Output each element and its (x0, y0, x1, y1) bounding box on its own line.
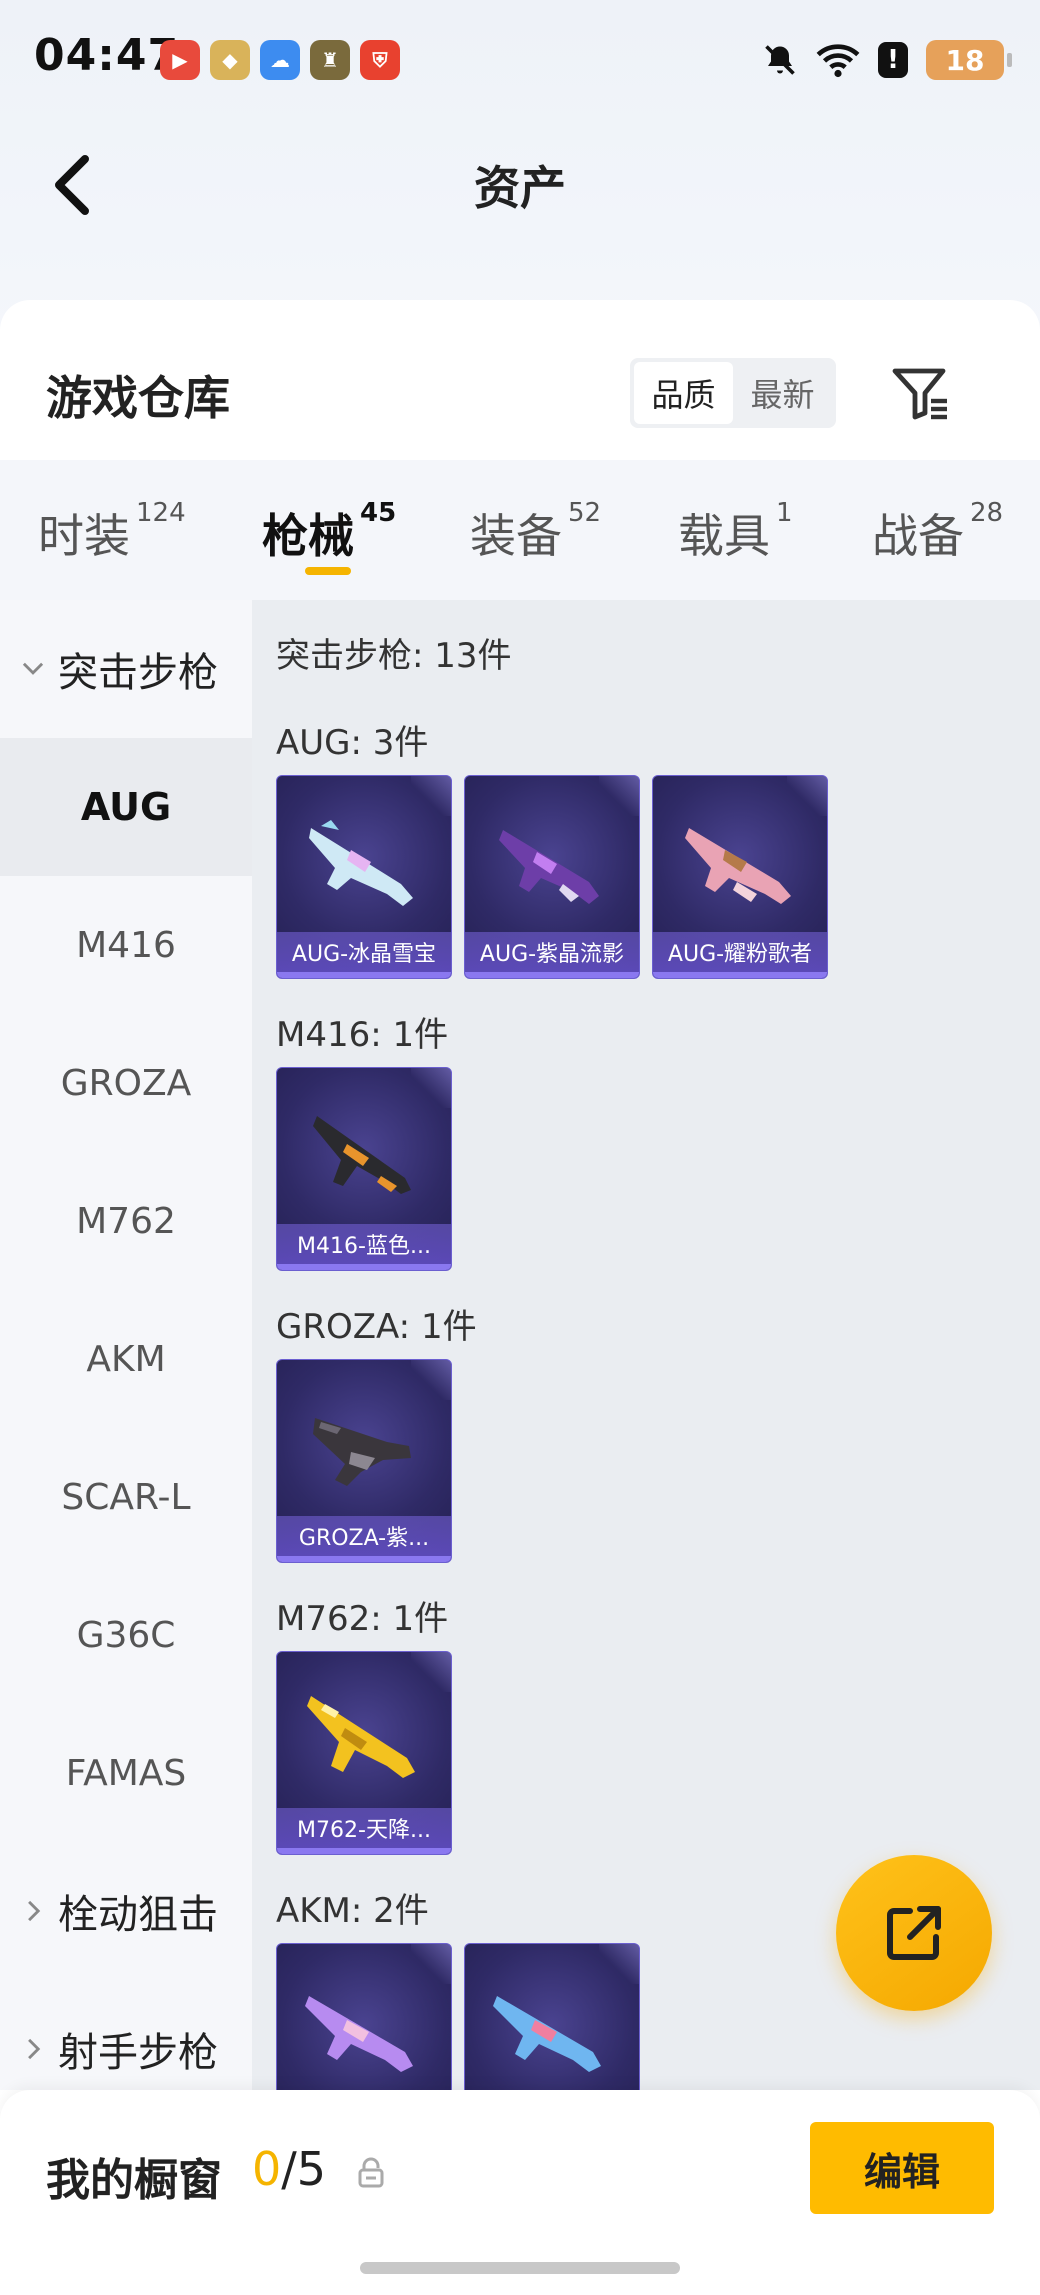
sidebar-item-famas[interactable]: FAMAS (0, 1704, 252, 1842)
category-tabs: 时装 124 枪械 45 装备 52 载具 1 战备 28 (0, 460, 1040, 600)
battery-indicator: 18 (926, 40, 1012, 80)
active-tab-indicator (305, 567, 351, 575)
tab-equipment[interactable]: 装备 52 (470, 498, 602, 566)
rifle-skin-icon (305, 1996, 413, 2072)
mute-bell-icon (765, 45, 795, 75)
sidebar-item-groza[interactable]: GROZA (0, 1014, 252, 1152)
sidebar-group-bolt-snipers[interactable]: 栓动狙击 (0, 1842, 252, 1980)
sidebar-group-label: 栓动狙击 (58, 1892, 218, 1938)
sidebar-item-aug[interactable]: AUG (0, 738, 252, 876)
share-external-icon (887, 1906, 941, 1960)
card-row-groza: GROZA-紫... (276, 1359, 1040, 1563)
rifle-skin-icon (313, 1116, 411, 1194)
card-row-m416: M416-蓝色... (276, 1067, 1040, 1271)
weapon-card[interactable]: GROZA-紫... (276, 1359, 452, 1563)
weapon-card-label: AUG-耀粉歌者 (653, 932, 827, 972)
tab-count: 52 (568, 498, 602, 528)
chevron-right-icon (18, 2034, 48, 2064)
sort-toggle: 品质 最新 (630, 358, 836, 428)
page-title: 资产 (474, 161, 566, 215)
tab-label: 时装 (38, 509, 130, 563)
status-bar: 04:47 ▶ ◆ ☁ ♜ ⛨ ! 18 (0, 0, 1040, 120)
filter-button[interactable] (886, 358, 956, 428)
tab-supplies[interactable]: 战备 28 (872, 498, 1004, 566)
showcase-title: 我的橱窗 (46, 2155, 222, 2206)
tab-count: 28 (970, 498, 1004, 528)
header: 资产 (0, 130, 1040, 240)
tab-firearms[interactable]: 枪械 45 (262, 498, 397, 566)
weapon-card[interactable] (464, 1943, 640, 2090)
weapon-card-label: M762-天降... (277, 1808, 451, 1848)
card-row-aug: AUG-冰晶雪宝 AUG-紫晶流影 AUG-耀粉歌者 (276, 775, 1040, 979)
weapon-category-sidebar: 突击步枪 AUG M416 GROZA M762 AKM SCAR-L G36C… (0, 600, 252, 2090)
sort-newest-button[interactable]: 最新 (733, 362, 832, 424)
showcase-current: 0 (252, 2142, 282, 2196)
rifle-skin-icon (313, 1418, 411, 1486)
weapon-card[interactable]: AUG-紫晶流影 (464, 775, 640, 979)
weapon-card[interactable]: M762-天降... (276, 1651, 452, 1855)
sidebar-group-marksman-rifles[interactable]: 射手步枪 (0, 1980, 252, 2090)
showcase-count: 0/5 (252, 2142, 326, 2196)
sort-quality-button[interactable]: 品质 (634, 362, 733, 424)
section-title-aug: AUG: 3件 (276, 723, 429, 763)
sidebar-group-label: 射手步枪 (58, 2030, 218, 2076)
tab-count: 124 (136, 498, 186, 528)
tab-label: 枪械 (262, 509, 354, 563)
chevron-down-icon (18, 654, 48, 684)
tab-count: 1 (776, 498, 793, 528)
shield-app-icon: ⛨ (360, 40, 400, 80)
lock-icon (358, 2157, 384, 2188)
section-title-m762: M762: 1件 (276, 1599, 449, 1639)
weather-app-icon: ☁ (260, 40, 300, 80)
sidebar-item-akm[interactable]: AKM (0, 1290, 252, 1428)
wifi-icon (816, 44, 860, 78)
alert-badge: ! (878, 42, 908, 78)
rifle-skin-icon (685, 828, 791, 904)
weapon-card-label: M416-蓝色... (277, 1224, 451, 1264)
showcase-total: 5 (296, 2142, 327, 2196)
pubg-app-icon: ♜ (310, 40, 350, 80)
sidebar-item-m416[interactable]: M416 (0, 876, 252, 1014)
weapon-card-label: AUG-冰晶雪宝 (277, 932, 451, 972)
sidebar-item-m762[interactable]: M762 (0, 1152, 252, 1290)
tab-label: 战备 (872, 509, 964, 563)
video-app-icon: ▶ (160, 40, 200, 80)
sidebar-group-assault-rifles[interactable]: 突击步枪 (0, 600, 252, 738)
weapon-card[interactable]: M416-蓝色... (276, 1067, 452, 1271)
sidebar-group-label: 突击步枪 (58, 650, 218, 696)
rifle-skin-icon (307, 1696, 415, 1778)
card-row-m762: M762-天降... (276, 1651, 1040, 1855)
tab-label: 装备 (470, 509, 562, 563)
game-app-icon: ◆ (210, 40, 250, 80)
status-time: 04:47 (34, 30, 180, 81)
weapon-card-label: GROZA-紫... (277, 1516, 451, 1556)
rifle-skin-icon (493, 1996, 601, 2072)
showcase-separator: / (281, 2142, 297, 2196)
section-title-m416: M416: 1件 (276, 1015, 449, 1055)
section-title-groza: GROZA: 1件 (276, 1307, 477, 1347)
weapon-card-label: AUG-紫晶流影 (465, 932, 639, 972)
sidebar-item-scar-l[interactable]: SCAR-L (0, 1428, 252, 1566)
group-count-title: 突击步枪: 13件 (276, 636, 512, 676)
tab-vehicles[interactable]: 载具 1 (678, 498, 793, 566)
weapon-card[interactable] (276, 1943, 452, 2090)
edit-button[interactable]: 编辑 (810, 2122, 994, 2214)
tab-costume[interactable]: 时装 124 (38, 498, 186, 566)
share-fab-button[interactable] (836, 1855, 992, 2011)
warehouse-bar: 游戏仓库 品质 最新 (0, 300, 1040, 460)
weapon-card[interactable]: AUG-耀粉歌者 (652, 775, 828, 979)
filter-icon (892, 368, 947, 420)
weapon-card[interactable]: AUG-冰晶雪宝 (276, 775, 452, 979)
home-indicator[interactable] (360, 2262, 680, 2274)
rifle-skin-icon (309, 820, 413, 906)
notification-icons: ▶ ◆ ☁ ♜ ⛨ (160, 40, 400, 80)
rifle-skin-icon (499, 830, 599, 904)
tab-label: 载具 (678, 509, 770, 563)
tab-count: 45 (360, 498, 397, 528)
status-right: ! 18 (762, 40, 1012, 80)
sidebar-item-g36c[interactable]: G36C (0, 1566, 252, 1704)
warehouse-title: 游戏仓库 (46, 371, 230, 425)
chevron-right-icon (18, 1896, 48, 1926)
